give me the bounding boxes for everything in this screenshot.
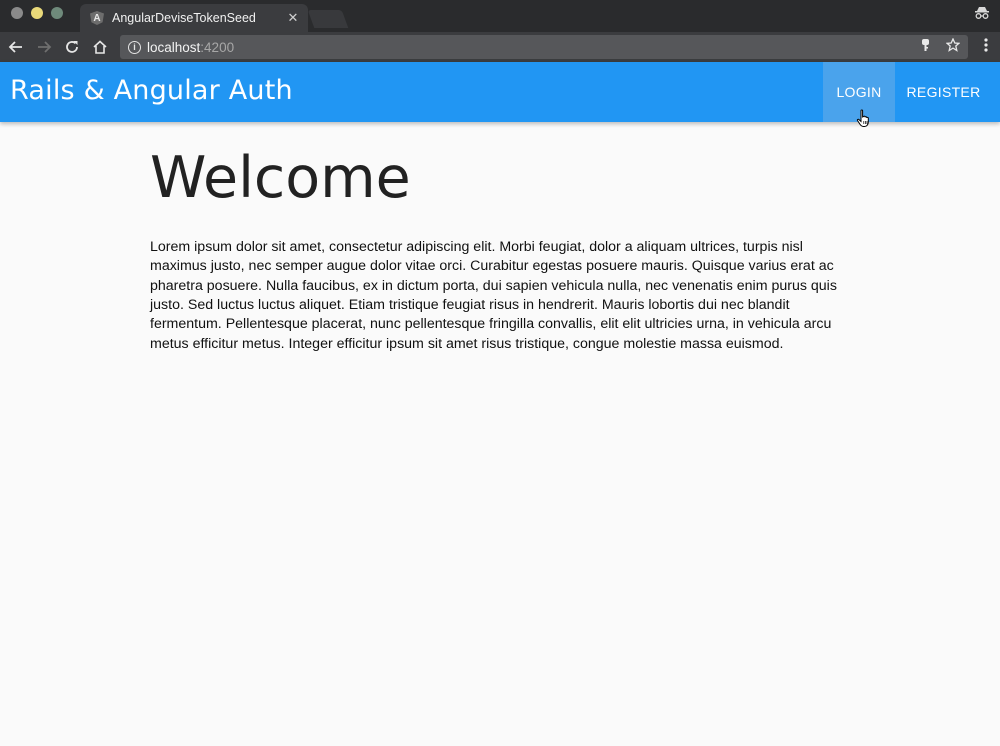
window-minimize-button[interactable] [31,7,43,19]
new-tab-button[interactable] [307,10,349,28]
address-bar[interactable]: i localhost :4200 [120,35,968,59]
info-icon[interactable]: i [128,40,141,54]
tab-close-icon[interactable]: ✕ [284,10,302,26]
main-content: Welcome Lorem ipsum dolor sit amet, cons… [150,122,850,354]
browser-toolbar: i localhost :4200 [0,32,1000,62]
app-title[interactable]: Rails & Angular Auth [10,75,293,106]
lorem-paragraph: Lorem ipsum dolor sit amet, consectetur … [150,238,837,352]
incognito-icon [974,6,990,23]
angular-favicon-icon: A [90,11,104,25]
reload-icon[interactable] [62,37,82,57]
url-host: localhost [147,39,201,55]
register-button[interactable]: REGISTER [897,62,990,122]
home-icon[interactable] [90,37,110,57]
forward-arrow-icon[interactable] [34,37,54,57]
star-icon[interactable] [945,37,961,55]
window-maximize-button[interactable] [51,7,63,19]
pointer-hand-cursor-icon [856,109,872,129]
page-heading: Welcome [150,145,411,211]
tab-bar: A AngularDeviseTokenSeed ✕ [0,0,1000,32]
tab-title: AngularDeviseTokenSeed [112,11,256,25]
url-port: :4200 [200,39,235,55]
browser-tab[interactable]: A AngularDeviseTokenSeed ✕ [80,4,308,32]
key-icon[interactable] [920,38,932,55]
window-close-button[interactable] [11,7,23,19]
kebab-menu-icon[interactable] [984,37,988,58]
back-arrow-icon[interactable] [6,37,26,57]
app-navbar: Rails & Angular Auth LOGIN REGISTER [0,62,1000,122]
browser-chrome: A AngularDeviseTokenSeed ✕ i localhost:… [0,0,1000,62]
